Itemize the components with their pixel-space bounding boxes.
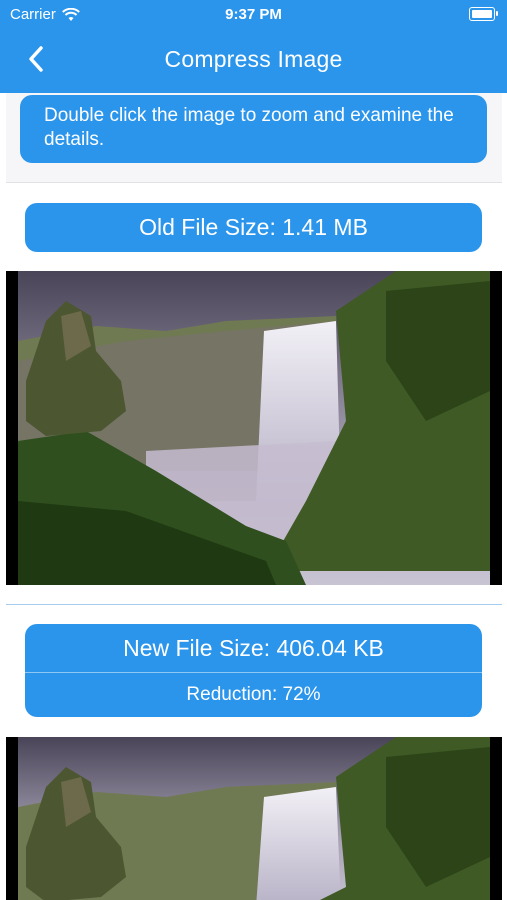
- content-area: Double click the image to zoom and exami…: [0, 93, 507, 900]
- waterfall-photo: [6, 271, 502, 585]
- navigation-bar: Compress Image: [0, 36, 507, 84]
- page-title: Compress Image: [164, 46, 343, 72]
- battery-icon: [469, 7, 498, 21]
- old-file-size-label: Old File Size: 1.41 MB: [25, 203, 482, 252]
- new-file-size-label: New File Size: 406.04 KB: [25, 624, 482, 673]
- top-bar: Carrier 9:37 PM Compress Image: [0, 0, 507, 93]
- compressed-image[interactable]: [6, 737, 502, 900]
- status-time: 9:37 PM: [225, 6, 282, 23]
- status-bar: Carrier 9:37 PM: [0, 0, 507, 28]
- new-file-size-panel: New File Size: 406.04 KB Reduction: 72%: [25, 624, 482, 717]
- original-image[interactable]: [6, 271, 502, 585]
- reduction-label: Reduction: 72%: [186, 684, 321, 705]
- info-banner: Double click the image to zoom and exami…: [20, 95, 487, 163]
- divider: [6, 604, 502, 605]
- divider: [6, 182, 502, 183]
- waterfall-photo: [6, 737, 502, 900]
- info-section: Double click the image to zoom and exami…: [6, 93, 502, 182]
